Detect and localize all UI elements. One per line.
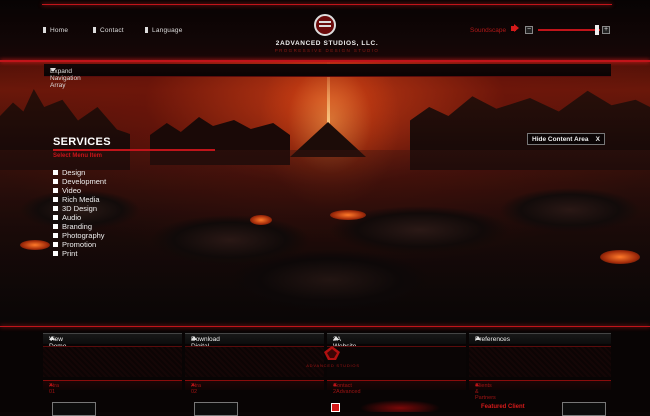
bullet-icon — [53, 206, 58, 211]
select-menu-label: Select Menu Item — [53, 153, 103, 159]
service-item-print[interactable]: Print — [53, 249, 106, 258]
service-item-rich-media[interactable]: Rich Media — [53, 195, 106, 204]
xtra-02-bar[interactable]: Xtra 02 — [185, 380, 324, 395]
panel-area — [327, 346, 466, 377]
top-divider — [42, 4, 612, 5]
service-item-photography[interactable]: Photography — [53, 231, 106, 240]
speaker-icon[interactable] — [511, 24, 519, 32]
panel-area — [43, 346, 182, 377]
volume-down-button[interactable]: − — [525, 26, 533, 34]
bullet-icon — [53, 251, 58, 256]
soundscape-label: Soundscape — [470, 27, 507, 34]
hide-content-area-button[interactable]: Hide Content Area X — [527, 133, 605, 145]
lava-glow — [250, 215, 272, 225]
expand-navigation-bar[interactable]: Expand Navigation Array — [44, 64, 611, 89]
bullet-icon — [53, 179, 58, 184]
services-list: Design Development Video Rich Media 3D D… — [53, 168, 106, 258]
bullet-icon — [53, 188, 58, 193]
thumbnail[interactable] — [52, 402, 96, 416]
expand-navigation-label: Expand Navigation Array — [50, 68, 81, 89]
volume-slider[interactable] — [538, 29, 600, 31]
service-item-audio[interactable]: Audio — [53, 213, 106, 222]
world-map — [340, 398, 460, 412]
header-divider — [0, 60, 650, 62]
volume-up-button[interactable]: + — [602, 26, 610, 34]
thumbnail[interactable] — [562, 402, 606, 416]
clients-partners-label: Clients & Partners — [475, 383, 496, 401]
bullet-icon — [53, 197, 58, 202]
download-wallpaper-bar[interactable]: Download Digital Matte Wallpaper — [185, 333, 324, 364]
contact-label: Contact 2Advanced — [333, 383, 361, 395]
lava-glow — [330, 210, 366, 220]
xtra-01-label: Xtra 01 — [49, 383, 60, 395]
xtra-01-bar[interactable]: Xtra 01 — [43, 380, 182, 395]
service-item-video[interactable]: Video — [53, 186, 106, 195]
website-archives-bar[interactable]: 2A Website Archives — [327, 333, 466, 357]
emblem-icon — [324, 346, 340, 360]
preferences-bar[interactable]: Preferences — [469, 333, 611, 344]
close-icon[interactable]: X — [596, 136, 600, 143]
nav-home[interactable]: Home — [43, 27, 68, 34]
nav-marker-icon — [93, 27, 96, 33]
bullet-icon — [53, 242, 58, 247]
nav-marker-icon — [43, 27, 46, 33]
marker-icon[interactable] — [331, 403, 340, 412]
panel-area — [469, 346, 611, 377]
logo-icon[interactable] — [314, 14, 336, 36]
lava-glow — [20, 240, 50, 250]
preferences-label: Preferences — [475, 336, 511, 343]
featured-client-label: Featured Client — [481, 404, 525, 410]
service-item-promotion[interactable]: Promotion — [53, 240, 106, 249]
bullet-icon — [53, 170, 58, 175]
bullet-icon — [53, 224, 58, 229]
brand-tagline: PROGRESSIVE DESIGN STUDIO — [274, 48, 380, 53]
bottom-divider — [0, 326, 650, 327]
nav-contact[interactable]: Contact — [93, 27, 124, 34]
brand-name: 2ADVANCED STUDIOS, LLC. — [275, 40, 379, 47]
contact-bar[interactable]: Contact 2Advanced — [327, 380, 466, 395]
panel-area — [185, 346, 324, 377]
lava-glow — [600, 250, 640, 264]
hide-content-label: Hide Content Area — [532, 136, 589, 143]
view-demo-reel-bar[interactable]: View Demo Reel — [43, 333, 182, 357]
service-item-3d-design[interactable]: 3D Design — [53, 204, 106, 213]
bullet-icon — [53, 215, 58, 220]
services-title: SERVICES — [53, 136, 111, 148]
emblem-caption: ADVANCED STUDIOS — [306, 363, 360, 368]
service-item-design[interactable]: Design — [53, 168, 106, 177]
clients-partners-bar[interactable]: Clients & Partners — [469, 380, 611, 401]
service-item-branding[interactable]: Branding — [53, 222, 106, 231]
top-bar: Home Contact Language 2ADVANCED STUDIOS,… — [0, 0, 650, 62]
services-divider — [53, 149, 215, 151]
nav-language[interactable]: Language — [145, 27, 183, 34]
xtra-02-label: Xtra 02 — [191, 383, 202, 395]
bullet-icon — [53, 233, 58, 238]
service-item-development[interactable]: Development — [53, 177, 106, 186]
thumbnail[interactable] — [194, 402, 238, 416]
nav-marker-icon — [145, 27, 148, 33]
volume-slider-handle[interactable] — [595, 25, 599, 35]
